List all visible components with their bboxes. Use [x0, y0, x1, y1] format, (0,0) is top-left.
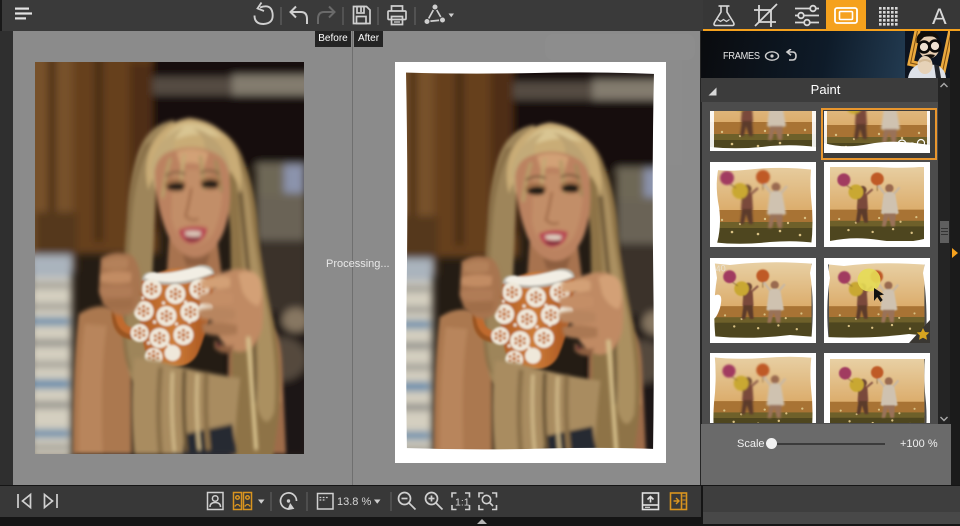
svg-text:1:1: 1:1: [455, 497, 470, 509]
svg-text:13.8 %: 13.8 %: [337, 496, 371, 508]
svg-text:A: A: [932, 4, 947, 29]
svg-text:40: 40: [715, 263, 726, 274]
